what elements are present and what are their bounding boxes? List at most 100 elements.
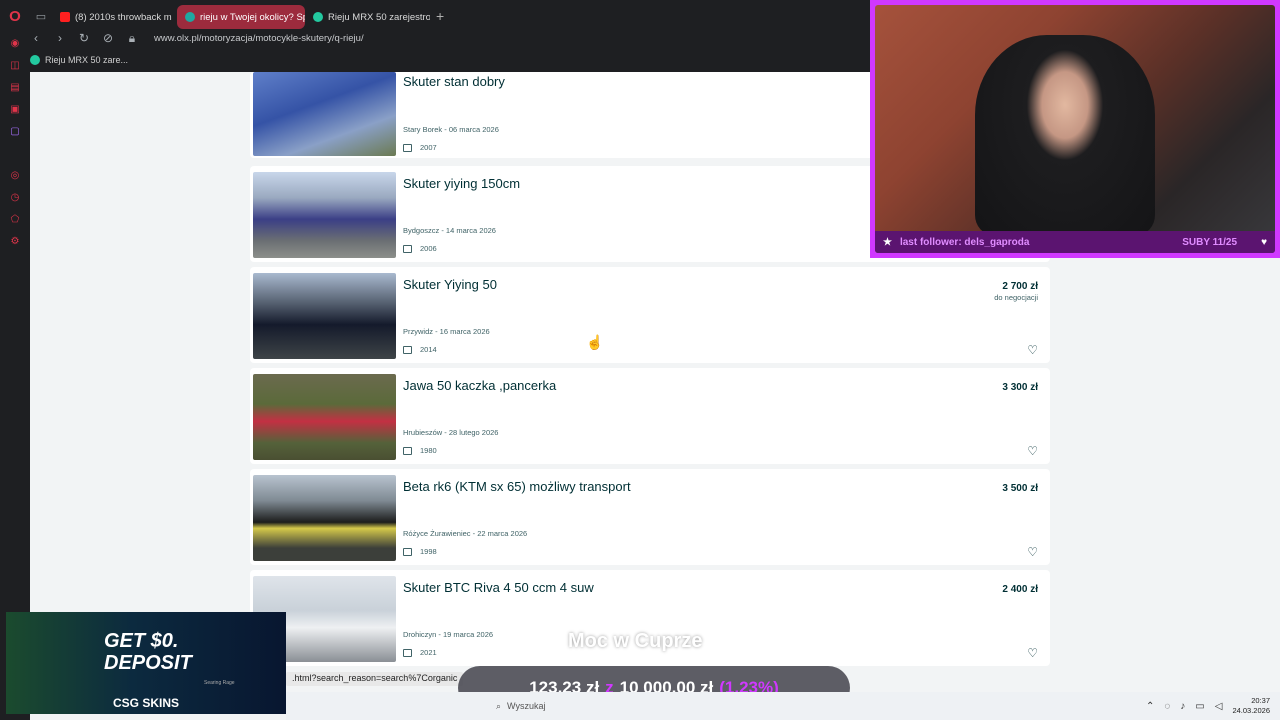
webcam-info-bar: ★ last follower: dels_gaproda SUBY 11/25… (875, 231, 1275, 253)
reload-icon[interactable]: ↻ (78, 31, 90, 45)
extensions-icon[interactable]: ⬠ (0, 208, 30, 230)
bookmark-item[interactable]: Rieju MRX 50 zare... (45, 55, 128, 65)
display-icon[interactable]: ▭ (1195, 701, 1204, 712)
ad-brand: CSG SKINS (112, 696, 179, 710)
clock-date: 24.03.2026 (1232, 706, 1270, 715)
new-tab-button[interactable]: + (436, 8, 444, 24)
listing-location: Drohiczyn - 19 marca 2026 (403, 630, 494, 639)
olx-icon (185, 12, 195, 22)
listing-year: 2014 (403, 345, 437, 354)
system-tray: ⌃ ◌ ♪ ▭ ◁ 20:37 24.03.2026 (1146, 692, 1270, 720)
bookmark-icon (30, 55, 40, 65)
listing-year: 2006 (403, 244, 437, 253)
back-icon[interactable]: ‹ (30, 31, 42, 45)
ad-subcaption: Searing Rage (204, 680, 235, 686)
listing-year: 1980 (403, 446, 437, 455)
search-placeholder: Wyszukaj (507, 701, 546, 711)
messenger-icon[interactable]: ◉ (0, 32, 30, 54)
twitch-icon[interactable]: ▢ (0, 120, 30, 142)
listing-card[interactable]: Skuter Yiying 50 2 700 zł do negocjacji … (250, 267, 1050, 363)
listing-year: 2021 (403, 648, 437, 657)
network-icon[interactable]: ◌ (1164, 701, 1170, 712)
listing-year-value: 2007 (420, 143, 437, 152)
shield-icon[interactable]: ⊘ (102, 31, 114, 45)
favorite-heart-icon[interactable]: ♡ (1027, 545, 1038, 559)
listing-location: Stary Borek - 06 marca 2026 (403, 125, 499, 134)
tab-label: (8) 2010s throwback m (75, 11, 172, 23)
listing-year-value: 2021 (420, 648, 437, 657)
address-bar: ‹ › ↻ ⊘ 🔒︎ www.olx.pl/motoryzacja/motocy… (30, 28, 870, 48)
listing-location: Hrubieszów - 28 lutego 2026 (403, 428, 499, 437)
webcam-feed: ★ last follower: dels_gaproda SUBY 11/25… (875, 5, 1275, 253)
calendar-icon (403, 244, 412, 253)
ad-line-1: GET $0. (104, 630, 179, 652)
listing-title[interactable]: Skuter BTC Riva 4 50 ccm 4 suw (403, 580, 594, 595)
tab-label: Rieju MRX 50 zarejestrowa (328, 11, 430, 23)
mic-icon[interactable]: ♪ (1180, 701, 1185, 712)
last-follower-text: last follower: dels_gaproda (899, 236, 1030, 248)
calendar-icon (403, 143, 412, 152)
url-field[interactable]: www.olx.pl/motoryzacja/motocykle-skutery… (154, 33, 364, 44)
history-icon[interactable]: ◷ (0, 186, 30, 208)
calendar-icon (403, 446, 412, 455)
listing-location: Różyce Żurawieniec - 22 marca 2026 (403, 529, 528, 538)
lock-icon: 🔒︎ (128, 30, 136, 45)
link-status-url: .html?search_reason=search%7Corganic (286, 672, 464, 686)
listing-price: 3 500 zł (1002, 483, 1038, 494)
favorite-heart-icon[interactable]: ♡ (1027, 444, 1038, 458)
settings-icon[interactable]: ⚙ (0, 230, 30, 252)
chevron-up-icon[interactable]: ⌃ (1146, 701, 1154, 712)
listing-year-value: 1980 (420, 446, 437, 455)
listing-card[interactable]: Beta rk6 (KTM sx 65) możliwy transport 3… (250, 469, 1050, 565)
listing-photo[interactable] (253, 374, 396, 460)
forward-icon[interactable]: › (54, 31, 66, 45)
tab-youtube[interactable]: (8) 2010s throwback m (52, 5, 177, 29)
listing-title[interactable]: Skuter stan dobry (403, 74, 505, 89)
favorite-heart-icon[interactable]: ♡ (1027, 646, 1038, 660)
windows-taskbar: ⌕ Wyszukaj ⌃ ◌ ♪ ▭ ◁ 20:37 24.03.2026 (286, 692, 1280, 720)
listing-title[interactable]: Beta rk6 (KTM sx 65) możliwy transport (403, 479, 631, 494)
filters-pane (30, 72, 240, 692)
tab-olx[interactable]: rieju w Twojej okolicy? Sp (177, 5, 305, 29)
calendar-icon (403, 345, 412, 354)
bag-icon[interactable]: ◫ (0, 54, 30, 76)
streamer-silhouette (975, 35, 1155, 235)
clock-time: 20:37 (1251, 696, 1270, 705)
calendar-icon (403, 648, 412, 657)
search-icon: ⌕ (496, 700, 502, 711)
listing-photo[interactable] (253, 475, 396, 561)
mail-icon[interactable]: ▣ (0, 98, 30, 120)
ad-line-2: DEPOSIT (104, 652, 192, 674)
listing-year: 2007 (403, 143, 437, 152)
webcam-overlay: ★ last follower: dels_gaproda SUBY 11/25… (870, 0, 1280, 258)
player-icon[interactable]: ◎ (0, 164, 30, 186)
calendar-icon (403, 547, 412, 556)
heart-icon: ♥ (1261, 236, 1267, 248)
chat-icon[interactable]: ▤ (0, 76, 30, 98)
listing-price: 3 300 zł (1002, 382, 1038, 393)
clock[interactable]: 20:37 24.03.2026 (1232, 696, 1270, 716)
hand-cursor-icon: ☝ (586, 334, 604, 350)
volume-icon[interactable]: ◁ (1215, 701, 1223, 712)
taskbar-search[interactable]: ⌕ Wyszukaj (496, 701, 545, 712)
bookmarks-bar: Rieju MRX 50 zare... (30, 52, 128, 68)
listing-card[interactable]: Jawa 50 kaczka ,pancerka 3 300 zł Hrubie… (250, 368, 1050, 464)
listing-year-value: 2006 (420, 244, 437, 253)
goal-title: Moc w Cuprze (568, 630, 703, 652)
listing-photo[interactable] (253, 273, 396, 359)
opera-logo-icon[interactable]: O (0, 0, 30, 32)
favorite-heart-icon[interactable]: ♡ (1027, 343, 1038, 357)
subs-counter: SUBY 11/25 (1182, 236, 1238, 248)
ad-headline: GET $0. DEPOSIT (104, 630, 192, 674)
youtube-icon (60, 12, 70, 22)
listing-photo[interactable] (253, 172, 396, 258)
tab-rieju[interactable]: Rieju MRX 50 zarejestrowa (305, 5, 430, 29)
sponsor-banner: GET $0. DEPOSIT Searing Rage CSG SKINS (6, 612, 286, 714)
star-icon: ★ (883, 236, 892, 248)
listing-title[interactable]: Jawa 50 kaczka ,pancerka (403, 378, 556, 393)
listing-location: Przywidz - 16 marca 2026 (403, 327, 490, 336)
listing-title[interactable]: Skuter Yiying 50 (403, 277, 497, 292)
listing-photo[interactable] (253, 72, 396, 156)
listing-title[interactable]: Skuter yiying 150cm (403, 176, 520, 191)
